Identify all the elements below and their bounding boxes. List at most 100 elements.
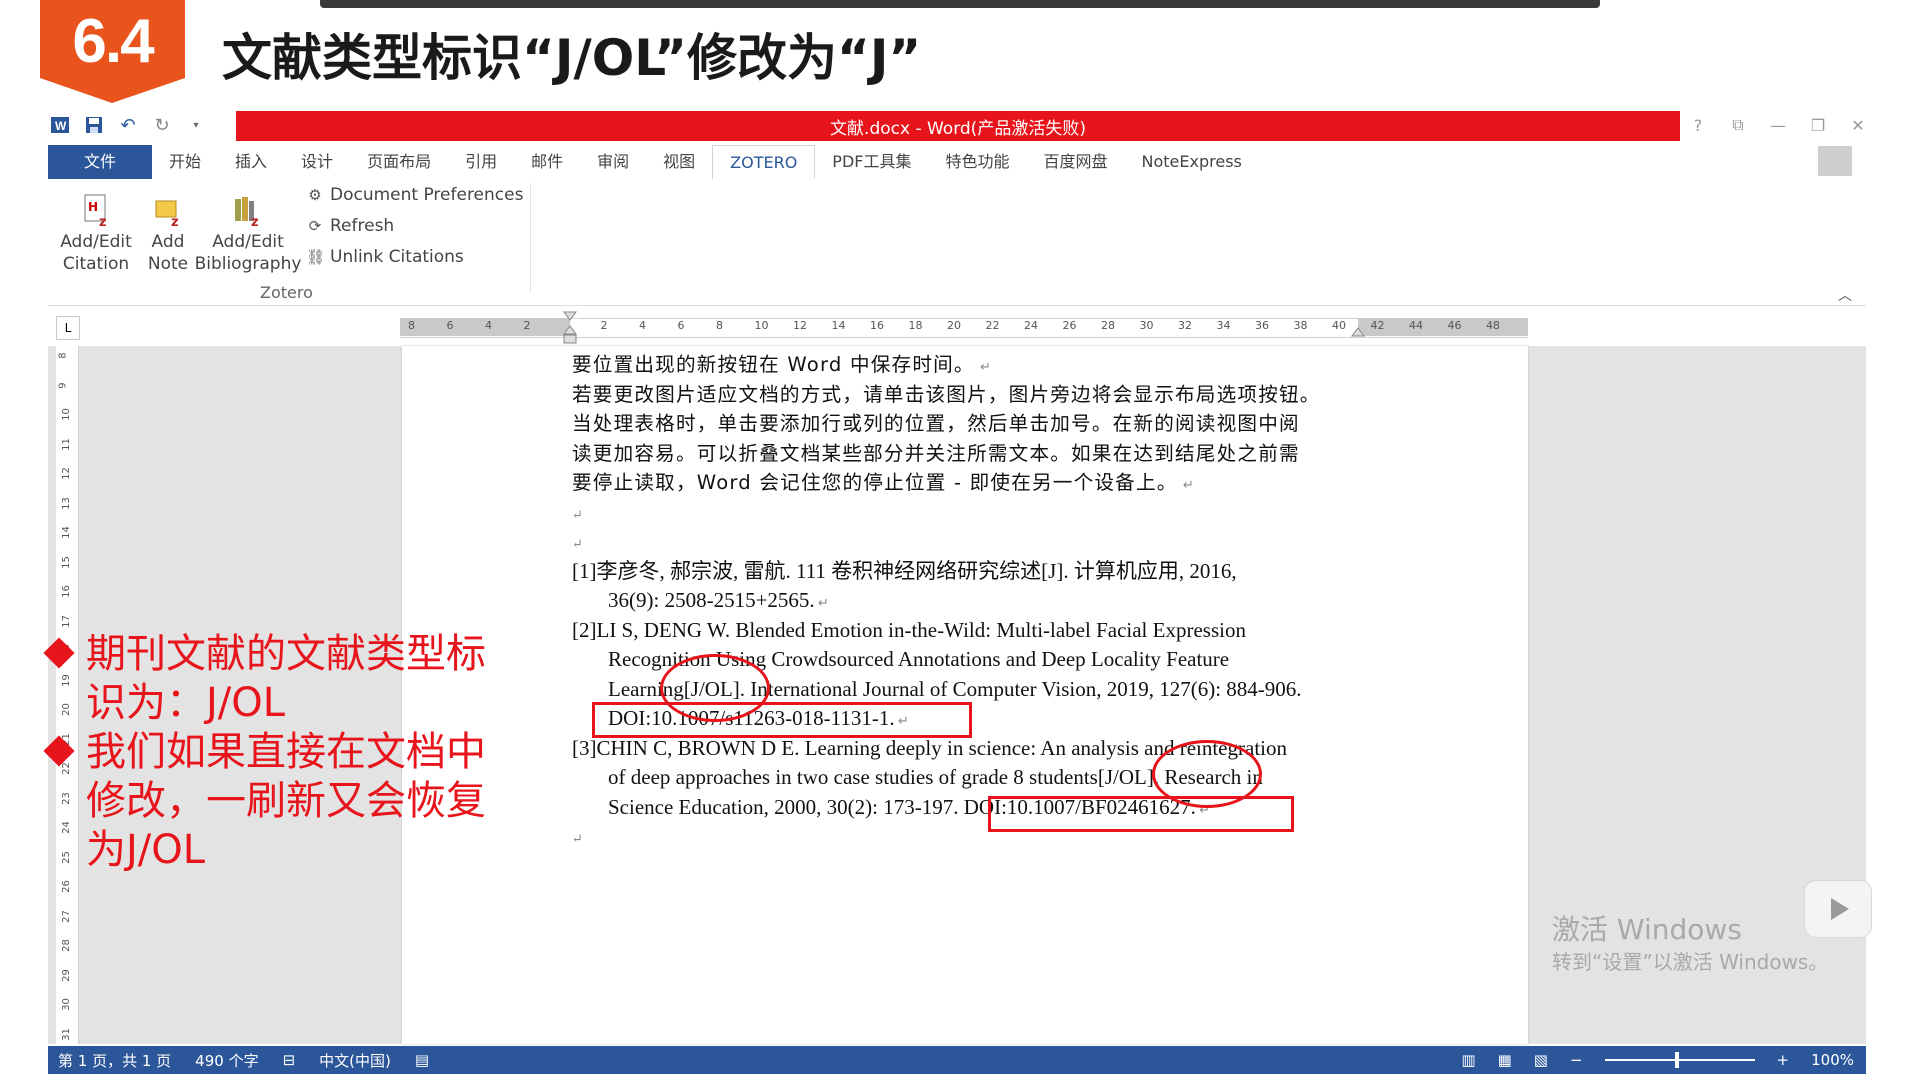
save-icon[interactable] — [82, 114, 106, 136]
tab-special-features[interactable]: 特色功能 — [928, 145, 1026, 179]
vertical-ruler-tick-label: 12 — [60, 467, 72, 480]
document-preferences-button[interactable]: ⚙ Document Preferences — [306, 185, 523, 205]
svg-text:H: H — [88, 200, 98, 214]
add-edit-citation-label: Add/Edit Citation — [60, 232, 132, 274]
document-preferences-label: Document Preferences — [330, 185, 524, 205]
vertical-ruler-tick-label: 27 — [60, 909, 72, 923]
ruler-tick-label: 6 — [446, 319, 454, 332]
empty-paragraph: ↵ — [572, 507, 583, 523]
tab-pdf-tools[interactable]: PDF工具集 — [815, 145, 928, 179]
ribbon-display-options-icon[interactable]: ⧉ — [1726, 115, 1750, 135]
zoom-slider-thumb[interactable] — [1674, 1052, 1679, 1068]
tab-file[interactable]: 文件 — [48, 145, 153, 179]
close-icon[interactable]: ✕ — [1846, 116, 1870, 135]
ruler-tick-label: 22 — [985, 319, 1000, 332]
ruler-tick-label: 40 — [1331, 319, 1346, 332]
add-note-button[interactable]: z Add Note — [138, 193, 198, 275]
zoom-in-icon[interactable]: + — [1777, 1051, 1790, 1069]
ruler-tick-label: 16 — [869, 319, 884, 332]
ruler-tick-label: 14 — [831, 319, 846, 332]
ribbon-tabs: 文件 开始 插入 设计 页面布局 引用 邮件 审阅 视图 ZOTERO PDF工… — [48, 145, 1866, 179]
unlink-citations-label: Unlink Citations — [330, 247, 464, 267]
language-indicator[interactable]: 中文(中国) — [319, 1050, 391, 1071]
tab-zotero[interactable]: ZOTERO — [712, 145, 816, 179]
add-edit-citation-button[interactable]: Hz Add/Edit Citation — [52, 193, 140, 275]
restore-icon[interactable]: ❐ — [1806, 116, 1830, 135]
tab-references[interactable]: 引用 — [448, 145, 514, 179]
citation-icon: Hz — [79, 193, 113, 230]
highlight-box-doi-1 — [592, 702, 972, 738]
ruler-tick-label: 20 — [946, 319, 961, 332]
vertical-ruler-tick-label: 31 — [60, 1027, 72, 1041]
tab-view[interactable]: 视图 — [646, 145, 712, 179]
svg-text:z: z — [171, 215, 179, 227]
ruler-tick-label: 8 — [715, 319, 723, 332]
add-edit-bibliography-button[interactable]: z Add/Edit Bibliography — [194, 193, 302, 275]
view-and-zoom-controls: ▥ ▦ ▧ − + 100% — [1461, 1046, 1854, 1074]
ruler-tick-label: 48 — [1485, 319, 1500, 332]
status-bar: 第 1 页，共 1 页 490 个字 ⊟ 中文(中国) ▤ ▥ ▦ ▧ − + … — [48, 1046, 1866, 1074]
quick-access-toolbar: W ↶ ↻ ▾ — [48, 112, 208, 138]
unlink-citations-button[interactable]: ⛓ Unlink Citations — [306, 247, 464, 267]
ruler-tick-label: 26 — [1062, 319, 1077, 332]
vertical-ruler-tick-label: 10 — [60, 408, 72, 421]
diamond-bullet-icon — [43, 637, 75, 669]
redo-icon[interactable]: ↻ — [150, 114, 174, 136]
tab-layout[interactable]: 页面布局 — [350, 145, 448, 179]
vertical-ruler-tick-label: 29 — [60, 968, 72, 982]
customize-qat-icon[interactable]: ▾ — [184, 114, 208, 136]
top-decoration-bar — [320, 0, 1600, 8]
vertical-ruler-tick-label: 14 — [60, 526, 72, 539]
add-note-label: Add Note — [147, 232, 189, 274]
ruler-tick-label: 24 — [1023, 319, 1038, 332]
word-app-icon[interactable]: W — [48, 114, 72, 136]
ruler-tick-label: 10 — [754, 319, 769, 332]
unlink-icon: ⛓ — [306, 248, 326, 266]
web-layout-icon[interactable]: ▧ — [1534, 1051, 1548, 1069]
right-indent-marker-icon[interactable] — [1350, 322, 1366, 338]
undo-icon[interactable]: ↶ — [116, 114, 140, 136]
proofing-icon[interactable]: ⊟ — [283, 1051, 296, 1069]
macro-record-icon[interactable]: ▤ — [415, 1051, 429, 1069]
tab-baidu-netdisk[interactable]: 百度网盘 — [1027, 145, 1125, 179]
collapse-ribbon-icon[interactable]: ︿ — [1838, 285, 1852, 305]
zoom-slider[interactable] — [1604, 1052, 1755, 1068]
vertical-ruler-tick-label: 26 — [60, 880, 72, 893]
page-count[interactable]: 第 1 页，共 1 页 — [58, 1050, 171, 1071]
ruler-tick-label: 4 — [484, 319, 492, 332]
tab-design[interactable]: 设计 — [284, 145, 350, 179]
zoom-out-icon[interactable]: − — [1570, 1051, 1583, 1069]
note-icon: z — [151, 193, 185, 230]
tab-home[interactable]: 开始 — [152, 145, 218, 179]
zoom-level[interactable]: 100% — [1811, 1051, 1854, 1069]
tab-insert[interactable]: 插入 — [218, 145, 284, 179]
account-avatar-icon[interactable] — [1818, 146, 1852, 176]
reference-2-line-1: [2]LI S, DENG W. Blended Emotion in-the-… — [572, 617, 1246, 642]
tab-mailings[interactable]: 邮件 — [514, 145, 580, 179]
ruler-tick-label: 4 — [638, 319, 646, 332]
annotation-notes: 期刊文献的文献类型标识为：J/OL 我们如果直接在文档中修改，一刷新又会恢复为J… — [43, 630, 514, 875]
tab-noteexpress[interactable]: NoteExpress — [1125, 145, 1259, 179]
ruler-tick-label: 8 — [408, 319, 415, 332]
vertical-ruler-tick-label: 11 — [60, 437, 72, 451]
video-play-icon[interactable] — [1804, 880, 1872, 938]
read-mode-icon[interactable]: ▥ — [1461, 1051, 1475, 1069]
bibliography-icon: z — [231, 193, 265, 230]
print-layout-icon[interactable]: ▦ — [1498, 1051, 1512, 1069]
ruler-tick-label: 32 — [1177, 319, 1192, 332]
word-count[interactable]: 490 个字 — [195, 1050, 258, 1071]
refresh-button[interactable]: ⟳ Refresh — [306, 216, 395, 236]
tab-review[interactable]: 审阅 — [580, 145, 646, 179]
annotation-item-1: 期刊文献的文献类型标识为：J/OL — [43, 630, 514, 728]
zotero-ribbon: Hz Add/Edit Citation z Add Note z Add/Ed… — [48, 179, 1866, 306]
indent-marker-icon[interactable] — [562, 310, 578, 346]
refresh-icon: ⟳ — [308, 217, 322, 235]
svg-text:z: z — [251, 215, 259, 227]
ruler-tick-label: 46 — [1447, 319, 1462, 332]
tab-selector[interactable]: L — [56, 316, 80, 340]
minimize-icon[interactable]: — — [1766, 116, 1790, 135]
slide-number: 6.4 — [72, 7, 154, 76]
help-icon[interactable]: ? — [1686, 116, 1710, 135]
ruler-tick-label: 44 — [1408, 319, 1423, 332]
gear-icon: ⚙ — [308, 186, 322, 204]
